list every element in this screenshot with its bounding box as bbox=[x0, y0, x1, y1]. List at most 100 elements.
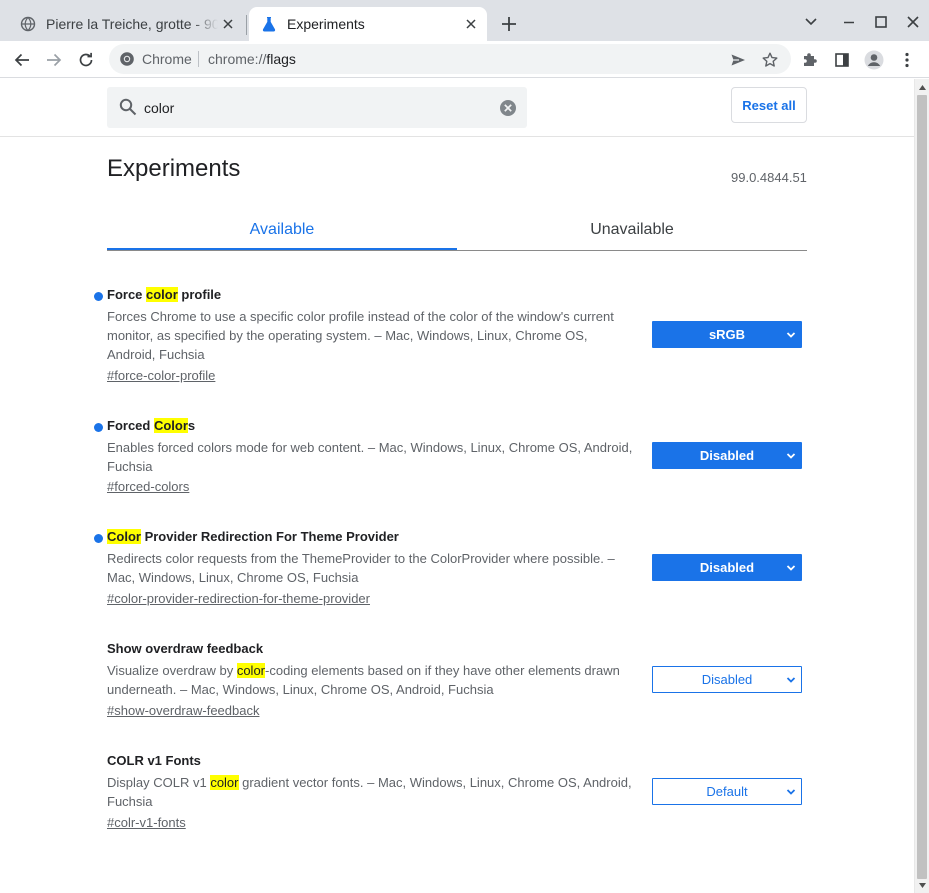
description-text: Visualize overdraw by bbox=[107, 663, 237, 678]
side-panel-button[interactable] bbox=[829, 47, 855, 73]
name-text: COLR v1 Fonts bbox=[107, 753, 201, 768]
toolbar: Chrome chrome://flags bbox=[0, 41, 929, 78]
profile-button[interactable] bbox=[861, 47, 887, 73]
selected-value: Disabled bbox=[699, 560, 755, 575]
selected-value: Default bbox=[706, 784, 748, 799]
experiment-permalink[interactable]: #color-provider-redirection-for-theme-pr… bbox=[107, 591, 370, 606]
search-box bbox=[107, 87, 527, 128]
search-input[interactable] bbox=[144, 87, 494, 128]
tab-search-button[interactable] bbox=[799, 10, 823, 34]
chrome-icon bbox=[119, 51, 135, 67]
url-text: chrome://flags bbox=[208, 51, 296, 67]
flags-header: Reset all bbox=[0, 79, 914, 137]
site-label: Chrome bbox=[142, 51, 192, 67]
name-text: s bbox=[187, 418, 196, 433]
clear-search-icon[interactable] bbox=[499, 99, 517, 117]
send-tab-button[interactable] bbox=[725, 47, 751, 73]
experiment-description: Visualize overdraw by color-coding eleme… bbox=[107, 661, 637, 699]
experiment-select[interactable]: Disabled bbox=[652, 442, 802, 469]
back-button[interactable] bbox=[9, 47, 35, 73]
chevron-down-icon bbox=[786, 565, 796, 571]
description-text: Redirects color requests from the ThemeP… bbox=[107, 551, 615, 585]
experiment-name: Show overdraw feedback bbox=[107, 641, 263, 656]
tab-strip: Pierre la Treiche, grotte - 908... Exper… bbox=[0, 0, 929, 41]
selected-value: Disabled bbox=[699, 448, 755, 463]
experiment-description: Display COLR v1 color gradient vector fo… bbox=[107, 773, 637, 811]
name-text: Show overdraw feedback bbox=[107, 641, 264, 656]
description-text: Enables forced colors mode for web conte… bbox=[107, 440, 633, 474]
new-tab-button[interactable] bbox=[497, 12, 521, 36]
scroll-up-arrow-icon bbox=[919, 85, 926, 90]
arrow-left-icon bbox=[14, 53, 29, 67]
modified-indicator bbox=[94, 423, 103, 432]
chevron-down-icon bbox=[805, 18, 817, 26]
minimize-icon bbox=[844, 21, 854, 24]
reset-all-button[interactable]: Reset all bbox=[731, 87, 807, 123]
flask-icon bbox=[261, 16, 277, 32]
experiment-description: Enables forced colors mode for web conte… bbox=[107, 438, 637, 476]
name-text: Force bbox=[107, 287, 147, 302]
search-match-highlight: Color bbox=[107, 529, 141, 544]
omnibox-separator bbox=[198, 51, 199, 67]
experiment-description: Redirects color requests from the ThemeP… bbox=[107, 549, 637, 587]
description-text: Forces Chrome to use a specific color pr… bbox=[107, 309, 614, 362]
close-icon bbox=[907, 16, 919, 28]
selected-value: sRGB bbox=[708, 327, 746, 342]
scroll-down-arrow-icon bbox=[919, 883, 926, 888]
side-panel-icon bbox=[835, 53, 849, 67]
url-path: flags bbox=[266, 51, 296, 67]
tab-title: Experiments bbox=[287, 16, 365, 32]
chevron-down-icon bbox=[786, 453, 796, 459]
page-scrollbar[interactable] bbox=[914, 79, 929, 893]
chevron-down-icon bbox=[786, 332, 796, 338]
chevron-down-icon bbox=[786, 677, 796, 683]
reload-icon bbox=[79, 52, 93, 67]
close-window-button[interactable] bbox=[901, 10, 925, 34]
flags-tabs: Available Unavailable bbox=[107, 208, 807, 251]
tab-available[interactable]: Available bbox=[107, 208, 457, 251]
address-bar[interactable]: Chrome chrome://flags bbox=[109, 44, 791, 74]
scrollbar-thumb[interactable] bbox=[917, 95, 927, 879]
experiment-select[interactable]: Default bbox=[652, 778, 802, 805]
reload-button[interactable] bbox=[73, 47, 99, 73]
page-title: Experiments bbox=[107, 155, 241, 182]
bookmark-button[interactable] bbox=[757, 47, 783, 73]
experiment-permalink[interactable]: #forced-colors bbox=[107, 479, 189, 494]
experiment-permalink[interactable]: #colr-v1-fonts bbox=[107, 815, 186, 830]
experiment-name: Force color profile bbox=[107, 287, 221, 302]
experiment-name: Forced Colors bbox=[107, 418, 195, 433]
menu-button[interactable] bbox=[894, 47, 920, 73]
selected-value: Disabled bbox=[701, 672, 753, 687]
search-match-highlight: color bbox=[146, 287, 178, 302]
name-text: Provider Redirection For Theme Provider bbox=[140, 529, 399, 544]
search-icon bbox=[119, 98, 137, 116]
url-scheme: chrome:// bbox=[208, 51, 267, 67]
name-text: profile bbox=[177, 287, 222, 302]
close-tab-icon[interactable] bbox=[461, 14, 481, 34]
arrow-right-icon bbox=[47, 53, 62, 67]
experiment-permalink[interactable]: #force-color-profile bbox=[107, 368, 215, 383]
tab-selection-indicator bbox=[107, 248, 457, 250]
search-match-highlight: color bbox=[236, 663, 266, 678]
name-text: Forced bbox=[107, 418, 154, 433]
experiment-description: Forces Chrome to use a specific color pr… bbox=[107, 307, 637, 364]
experiment-select[interactable]: Disabled bbox=[652, 666, 802, 693]
search-match-highlight: Color bbox=[153, 418, 188, 433]
plus-icon bbox=[502, 17, 516, 31]
kebab-menu-icon bbox=[905, 52, 909, 68]
maximize-icon bbox=[875, 16, 887, 28]
experiment-permalink[interactable]: #show-overdraw-feedback bbox=[107, 703, 259, 718]
minimize-button[interactable] bbox=[837, 10, 861, 34]
experiment-select[interactable]: Disabled bbox=[652, 554, 802, 581]
description-text: Display COLR v1 bbox=[107, 775, 211, 790]
tab-unavailable[interactable]: Unavailable bbox=[457, 208, 807, 251]
close-tab-icon[interactable] bbox=[218, 14, 238, 34]
tab-experiments[interactable]: Experiments bbox=[249, 7, 487, 41]
search-match-highlight: color bbox=[210, 775, 239, 790]
extensions-button[interactable] bbox=[797, 47, 823, 73]
tab-pierre-la-treiche[interactable]: Pierre la Treiche, grotte - 908... bbox=[8, 7, 244, 41]
experiment-select[interactable]: sRGB bbox=[652, 321, 802, 348]
forward-button[interactable] bbox=[41, 47, 67, 73]
maximize-button[interactable] bbox=[869, 10, 893, 34]
modified-indicator bbox=[94, 292, 103, 301]
